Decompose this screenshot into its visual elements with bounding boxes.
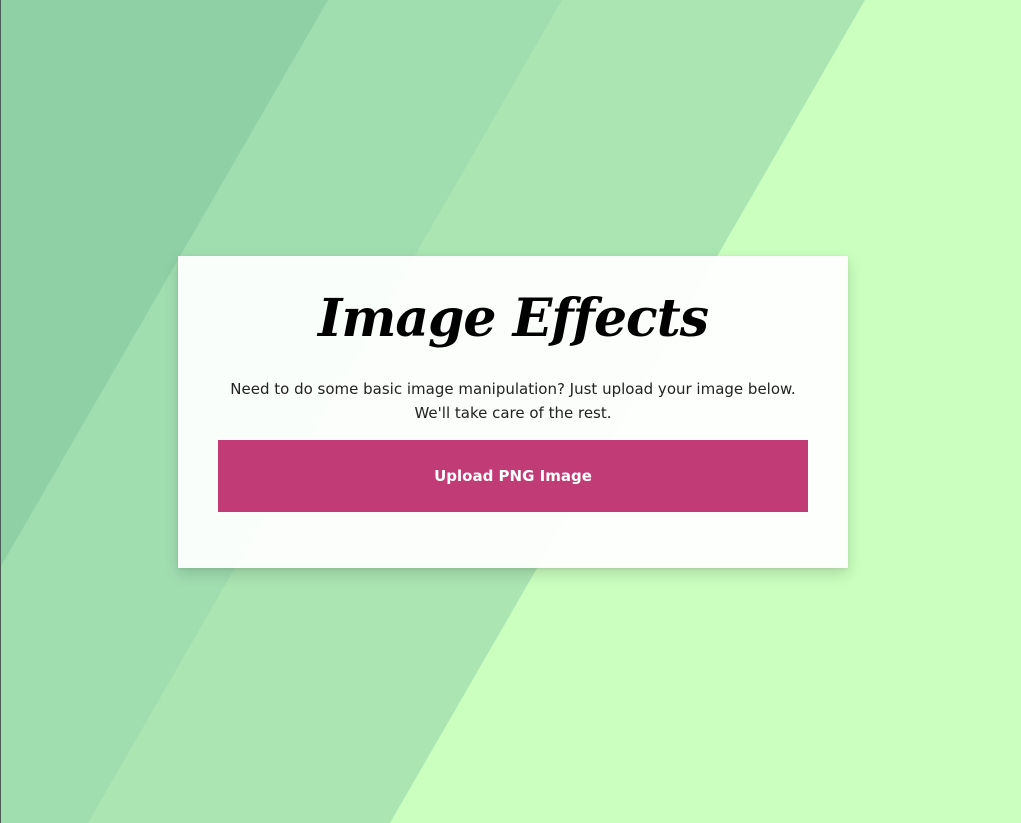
page-description: Need to do some basic image manipulation…: [230, 380, 796, 422]
upload-card: Image Effects Need to do some basic imag…: [178, 256, 848, 568]
page-title: Image Effects: [318, 288, 709, 349]
upload-png-button[interactable]: Upload PNG Image: [218, 440, 808, 512]
window-left-edge: [0, 0, 1, 823]
